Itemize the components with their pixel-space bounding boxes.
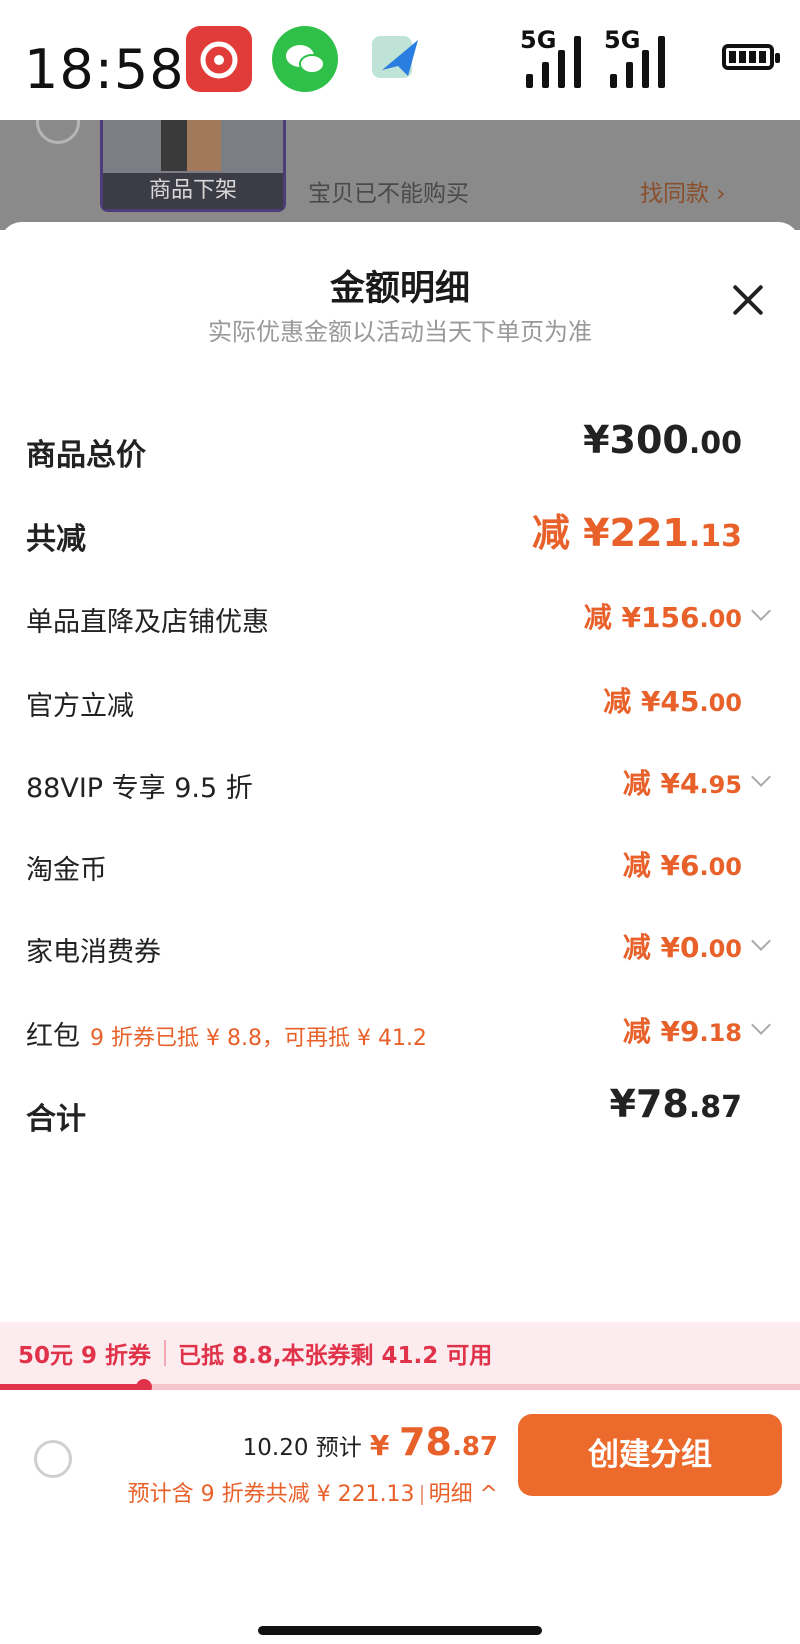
unavailable-text: 宝贝已不能购买: [308, 181, 469, 207]
row-label: 合计: [26, 1102, 86, 1137]
row-amount: 减 ¥156.00: [583, 601, 742, 634]
row-vip-discount[interactable]: 88VIP 专享 9.5 折 减 ¥4.95: [0, 754, 800, 814]
row-total-price: 商品总价 ¥300.00: [0, 418, 800, 478]
row-amount: 减 ¥221.13: [531, 511, 742, 555]
row-total-discount: 共减 减 ¥221.13: [0, 502, 800, 562]
close-icon[interactable]: [726, 278, 770, 322]
row-label: 红包 9 折券已抵 ¥ 8.8，可再抵 ¥ 41.2: [26, 1021, 427, 1052]
row-label: 家电消费券: [26, 937, 161, 968]
sheet-subtitle: 实际优惠金额以活动当天下单页为准: [208, 318, 592, 346]
row-sum: 合计 ¥78.87: [0, 1082, 800, 1142]
row-label: 淘金币: [26, 855, 107, 886]
product-thumbnail: 商品下架: [100, 120, 286, 212]
red-packet-note: 9 折券已抵 ¥ 8.8，可再抵 ¥ 41.2: [90, 1026, 427, 1051]
row-amount: 减 ¥45.00: [603, 685, 742, 718]
row-label: 单品直降及店铺优惠: [26, 607, 269, 638]
coupon-status: 已抵 8.8,本张券剩 41.2 可用: [178, 1343, 493, 1369]
row-amount: 减 ¥4.95: [622, 767, 742, 800]
wechat-icon: [272, 26, 338, 92]
home-indicator: [258, 1626, 542, 1635]
detail-toggle-link[interactable]: 明细 ^: [429, 1482, 498, 1507]
estimate-label: 10.20 预计: [242, 1435, 362, 1461]
row-official-discount: 官方立减 减 ¥45.00: [0, 672, 800, 732]
select-all-radio[interactable]: [34, 1440, 72, 1478]
battery-icon: [722, 44, 780, 70]
row-amount: ¥78.87: [609, 1082, 742, 1126]
find-similar-link: 找同款 ›: [640, 181, 726, 207]
row-amount: 减 ¥0.00: [622, 931, 742, 964]
row-label: 88VIP 专享 9.5 折: [26, 773, 253, 804]
background-product-row: 商品下架 宝贝已不能购买 找同款 ›: [0, 120, 800, 230]
estimate-line: 10.20 预计 ¥ 78.87: [243, 1420, 498, 1464]
status-bar: 18:58 5G 5G: [0, 0, 800, 120]
chevron-down-icon[interactable]: [748, 602, 774, 628]
row-red-packet[interactable]: 红包 9 折券已抵 ¥ 8.8，可再抵 ¥ 41.2 减 ¥9.18: [0, 1002, 800, 1062]
row-store-discount[interactable]: 单品直降及店铺优惠 减 ¥156.00: [0, 588, 800, 648]
row-amount: 减 ¥9.18: [622, 1015, 742, 1048]
chevron-down-icon[interactable]: [748, 1016, 774, 1042]
chevron-down-icon[interactable]: [748, 932, 774, 958]
row-appliance-coupon[interactable]: 家电消费券 减 ¥0.00: [0, 918, 800, 978]
netease-music-icon: [186, 26, 252, 92]
row-amount: ¥300.00: [583, 418, 742, 462]
row-amount: 减 ¥6.00: [622, 849, 742, 882]
row-label: 共减: [26, 522, 86, 557]
chevron-down-icon[interactable]: [748, 768, 774, 794]
mail-app-icon: [364, 26, 430, 92]
status-time: 18:58: [24, 38, 185, 101]
estimate-price: ¥ 78.87: [369, 1420, 498, 1464]
coupon-bar: 50元 9 折券 已抵 8.8,本张券剩 41.2 可用: [0, 1322, 800, 1384]
signal-5g-icon: 5G: [604, 26, 674, 90]
signal-5g-icon: 5G: [520, 26, 590, 90]
row-label: 商品总价: [26, 438, 146, 473]
create-group-button[interactable]: 创建分组: [518, 1414, 782, 1496]
product-radio: [36, 120, 80, 144]
bottom-bar: 10.20 预计 ¥ 78.87 预计含 9 折券共减 ¥ 221.13 明细 ^ …: [0, 1390, 800, 1644]
row-label: 官方立减: [26, 691, 134, 722]
coupon-name: 50元 9 折券: [18, 1343, 152, 1369]
discount-summary: 预计含 9 折券共减 ¥ 221.13 明细 ^: [127, 1482, 498, 1507]
offline-badge: 商品下架: [103, 173, 283, 209]
row-gold-coin: 淘金币 减 ¥6.00: [0, 836, 800, 896]
sheet-title: 金额明细: [329, 269, 470, 309]
